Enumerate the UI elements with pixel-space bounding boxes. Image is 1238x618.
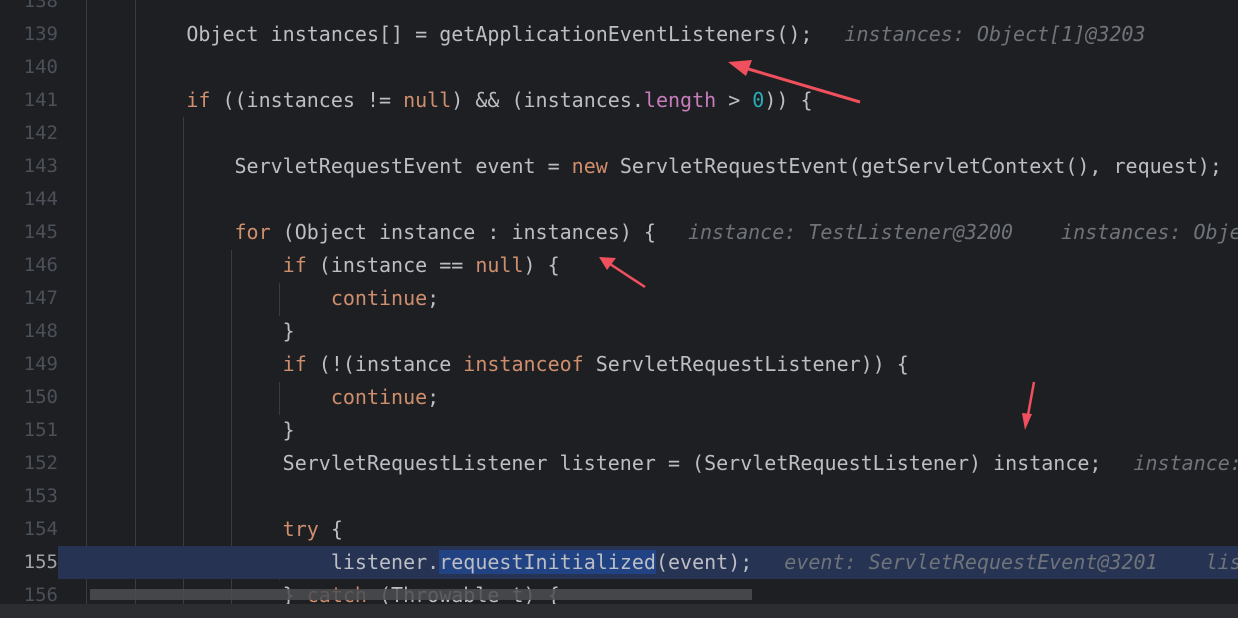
code-token: try [282,517,319,541]
line-number[interactable]: 155 [0,546,58,579]
code-text: if (instance == null) { [90,249,560,282]
code-line[interactable]: 146 if (instance == null) { [0,249,1238,282]
line-number[interactable]: 148 [0,315,58,348]
code-text: ServletRequestEvent event = new ServletR… [90,150,1222,183]
code-text: } [90,414,295,447]
code-token: for [234,220,271,244]
line-number[interactable]: 153 [0,480,58,513]
code-line[interactable]: 147 continue; [0,282,1238,315]
code-line[interactable]: 143 ServletRequestEvent event = new Serv… [0,150,1238,183]
code-editor[interactable]: 138 139 Object instances[] = getApplicati… [0,0,1238,604]
code-text: } [90,315,295,348]
line-number[interactable]: 145 [0,216,58,249]
code-token: } [282,319,295,343]
code-line[interactable]: 144 [0,183,1238,216]
line-number[interactable]: 146 [0,249,58,282]
line-number[interactable]: 140 [0,51,58,84]
code-text: continue; [90,381,439,414]
code-token: ServletRequestListener listener = (Servl… [282,451,1102,475]
line-number[interactable]: 138 [0,0,58,18]
code-text: Object instances[] = getApplicationEvent… [90,18,1145,51]
code-token: ; [427,385,440,409]
code-token: ) { [523,253,560,277]
code-token: ) && (instances. [451,88,644,112]
line-number[interactable]: 154 [0,513,58,546]
selected-text: requestInitialized [439,550,656,574]
code-text: listener.requestInitialized(event); event… [90,546,1238,579]
code-token: ((instances != [210,88,404,112]
code-line[interactable]: 149 if (!(instance instanceof ServletReq… [0,348,1238,381]
code-text: try { [90,513,343,546]
code-token: listener. [330,550,440,574]
code-token: ServletRequestEvent(getServletContext(),… [607,154,1222,178]
code-token: 0 [752,88,765,112]
line-number[interactable]: 150 [0,381,58,414]
code-token: instanceof [463,352,584,376]
line-number[interactable]: 144 [0,183,58,216]
code-token: Object instances[] = getApplicationEvent… [186,22,813,46]
code-token: if [282,352,307,376]
code-line[interactable]: 140 [0,51,1238,84]
code-line[interactable]: 141 if ((instances != null) && (instance… [0,84,1238,117]
code-token: new [571,154,608,178]
debug-inline-value[interactable]: listener: TestListener@3200 [1206,550,1238,574]
code-token: continue [330,385,428,409]
line-number[interactable]: 147 [0,282,58,315]
code-token: ; [427,286,440,310]
code-line[interactable]: 153 [0,480,1238,513]
line-number[interactable]: 143 [0,150,58,183]
code-line[interactable]: 152 ServletRequestListener listener = (S… [0,447,1238,480]
debug-inline-value[interactable]: instance: TestListener@3200 [688,220,1013,244]
code-line[interactable]: 142 [0,117,1238,150]
code-line[interactable]: 148 } [0,315,1238,348]
code-token: if [282,253,307,277]
horizontal-scrollbar[interactable] [90,589,752,600]
line-number[interactable]: 139 [0,18,58,51]
debug-inline-value[interactable]: instance: TestListener@3200 [1133,451,1238,475]
debug-inline-value[interactable]: event: ServletRequestEvent@3201 [784,550,1157,574]
code-line[interactable]: 138 [0,0,1238,18]
code-token: (instance == [306,253,476,277]
code-line[interactable]: 151 } [0,414,1238,447]
code-line[interactable]: 145 for (Object instance : instances) { i… [0,216,1238,249]
code-token: ServletRequestEvent event = [234,154,572,178]
code-token: ServletRequestListener)) { [583,352,909,376]
code-text: for (Object instance : instances) { insta… [90,216,1238,249]
code-line[interactable]: 155 listener.requestInitialized(event); e… [0,546,1238,579]
code-lines: 138 139 Object instances[] = getApplicati… [0,0,1238,604]
code-token: length [643,88,717,112]
code-token: null [403,88,452,112]
code-line[interactable]: 150 continue; [0,381,1238,414]
status-bar [0,604,1238,618]
code-token: (event); [655,550,753,574]
code-line[interactable]: 154 try { [0,513,1238,546]
code-text: if (!(instance instanceof ServletRequest… [90,348,909,381]
line-number[interactable]: 151 [0,414,58,447]
line-number[interactable]: 152 [0,447,58,480]
line-number[interactable]: 142 [0,117,58,150]
code-token: { [318,517,343,541]
debug-inline-value[interactable]: instances: Object[1]@3203 [1061,220,1238,244]
code-text: if ((instances != null) && (instances.le… [90,84,813,117]
line-number[interactable]: 149 [0,348,58,381]
code-token: } [282,418,295,442]
code-token: if [186,88,211,112]
code-line[interactable]: 139 Object instances[] = getApplicationE… [0,18,1238,51]
code-token: (!(instance [306,352,464,376]
code-text: ServletRequestListener listener = (Servl… [90,447,1238,480]
line-number[interactable]: 156 [0,579,58,604]
code-token: null [475,253,524,277]
code-token: > [716,88,753,112]
code-token: (Object instance : instances) { [270,220,656,244]
debug-inline-value[interactable]: instances: Object[1]@3203 [844,22,1145,46]
line-number[interactable]: 141 [0,84,58,117]
code-text: continue; [90,282,439,315]
code-token: continue [330,286,428,310]
code-token: )) { [764,88,813,112]
